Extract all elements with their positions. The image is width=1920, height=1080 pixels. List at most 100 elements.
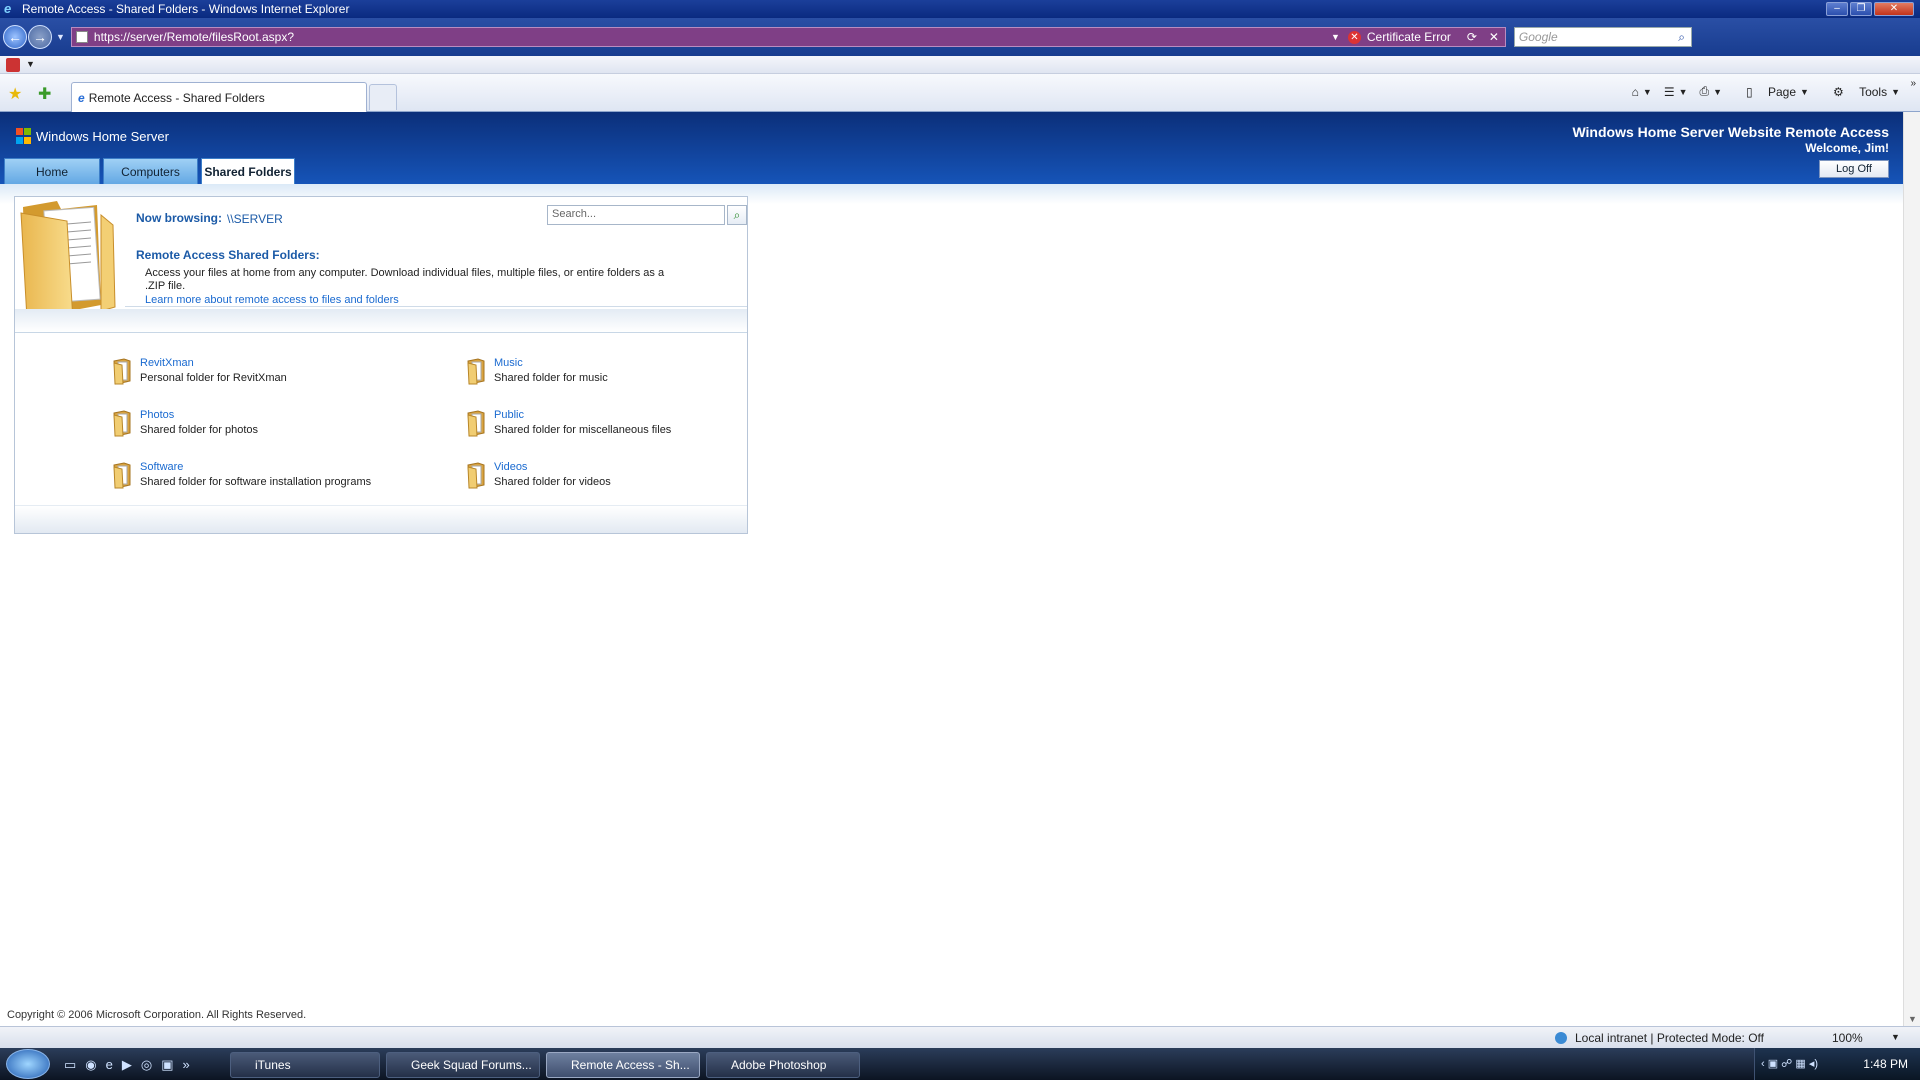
refresh-icon[interactable]: ⟳ bbox=[1461, 30, 1483, 44]
back-button[interactable]: ← bbox=[3, 25, 27, 49]
folder-icon bbox=[467, 410, 485, 437]
folder-description: Shared folder for software installation … bbox=[140, 476, 372, 488]
certificate-error-button[interactable]: ✕ Certificate Error bbox=[1347, 30, 1451, 44]
new-tab-button[interactable] bbox=[369, 84, 397, 110]
panel-footer-band bbox=[15, 505, 747, 533]
folder-name-link[interactable]: Software bbox=[140, 461, 183, 473]
command-bar: ⌂ ▼ ☰ ▼ ⎙ ▼ ▯ Page ▼ ⚙ Tools ▼ bbox=[1620, 84, 1900, 99]
minimize-button[interactable]: – bbox=[1826, 2, 1848, 16]
folder-description: Shared folder for miscellaneous files bbox=[494, 424, 672, 436]
address-dropdown-icon[interactable]: ▼ bbox=[1331, 32, 1340, 42]
tools-menu-button[interactable]: ⚙ Tools bbox=[1821, 85, 1887, 99]
nav-tab-home[interactable]: Home bbox=[4, 158, 100, 184]
folder-item[interactable]: Videos Shared folder for videos bbox=[466, 461, 796, 501]
task-button-itunes[interactable]: iTunes bbox=[230, 1052, 380, 1078]
vertical-scrollbar[interactable]: ▼ bbox=[1903, 112, 1920, 1026]
folder-item[interactable]: RevitXman Personal folder for RevitXman bbox=[112, 357, 442, 397]
task-button-geek-squad[interactable]: Geek Squad Forums... bbox=[386, 1052, 540, 1078]
toolbar-dropdown-icon[interactable]: ▼ bbox=[26, 59, 35, 69]
toolbar-overflow-icon[interactable]: » bbox=[1910, 78, 1916, 89]
folder-item[interactable]: Software Shared folder for software inst… bbox=[112, 461, 442, 501]
search-field[interactable]: Google ⌕ bbox=[1513, 27, 1692, 47]
maximize-button[interactable]: ❐ bbox=[1850, 2, 1872, 16]
quick-launch: ▭ ◉ e ▶ ◎ ▣ » bbox=[64, 1057, 199, 1073]
ie-page-icon: e bbox=[78, 90, 85, 105]
print-icon[interactable]: ⎙ bbox=[1700, 84, 1710, 99]
folder-name-link[interactable]: Music bbox=[494, 357, 523, 369]
large-folder-icon bbox=[20, 201, 116, 322]
intro-heading: Remote Access Shared Folders: bbox=[136, 248, 320, 262]
feeds-icon[interactable]: ☰ bbox=[1664, 85, 1675, 99]
site-logo-text: Windows Home Server bbox=[36, 128, 169, 144]
tools-dropdown-icon[interactable]: ▼ bbox=[1891, 87, 1900, 97]
site-header: Windows Home Server Windows Home Server … bbox=[0, 112, 1903, 186]
browser-tab-active[interactable]: e Remote Access - Shared Folders bbox=[71, 82, 367, 112]
clock[interactable]: 1:48 PM bbox=[1863, 1057, 1908, 1071]
media-player-icon[interactable]: ▶ bbox=[122, 1057, 132, 1073]
forward-button[interactable]: → bbox=[28, 25, 52, 49]
folder-icon bbox=[467, 462, 485, 489]
folder-icon bbox=[467, 358, 485, 385]
home-dropdown-icon[interactable]: ▼ bbox=[1643, 87, 1652, 97]
shared-folders-panel: Now browsing: \\SERVER Search... ⌕ Remot… bbox=[14, 196, 748, 534]
folder-name-link[interactable]: Videos bbox=[494, 461, 527, 473]
learn-more-link[interactable]: Learn more about remote access to files … bbox=[145, 294, 399, 306]
folder-name-link[interactable]: Photos bbox=[140, 409, 174, 421]
show-desktop-icon[interactable]: ▭ bbox=[64, 1057, 76, 1073]
toolbar-addon-icon[interactable] bbox=[6, 58, 20, 72]
folder-description: Personal folder for RevitXman bbox=[140, 372, 287, 384]
stop-icon[interactable]: ✕ bbox=[1483, 30, 1505, 44]
page-dropdown-icon[interactable]: ▼ bbox=[1800, 87, 1809, 97]
address-bar[interactable]: https://server/Remote/filesRoot.aspx? ▼ … bbox=[70, 27, 1506, 47]
scroll-down-icon[interactable]: ▼ bbox=[1908, 1014, 1917, 1024]
folder-item[interactable]: Photos Shared folder for photos bbox=[112, 409, 442, 449]
zoom-dropdown-icon[interactable]: ▼ bbox=[1891, 1032, 1900, 1042]
log-off-button[interactable]: Log Off bbox=[1819, 160, 1889, 178]
firefox-icon[interactable]: ◉ bbox=[85, 1057, 96, 1073]
folder-item[interactable]: Public Shared folder for miscellaneous f… bbox=[466, 409, 796, 449]
status-bar: Local intranet | Protected Mode: Off 100… bbox=[0, 1026, 1920, 1048]
system-tray: ‹ ▣ ☍ ▦ ◂) 1:48 PM bbox=[1754, 1048, 1920, 1080]
security-zone-label: Local intranet | Protected Mode: Off bbox=[1575, 1031, 1764, 1045]
folder-description: Shared folder for videos bbox=[494, 476, 611, 488]
now-browsing-label: Now browsing: bbox=[136, 211, 222, 225]
folder-name-link[interactable]: Public bbox=[494, 409, 524, 421]
site-logo: Windows Home Server bbox=[16, 128, 169, 144]
folder-description: Shared folder for photos bbox=[140, 424, 259, 436]
app-icon[interactable]: ◎ bbox=[141, 1057, 152, 1073]
certificate-error-icon: ✕ bbox=[1347, 30, 1361, 44]
zoom-level[interactable]: 100% bbox=[1832, 1031, 1863, 1045]
ie-logo-icon: e bbox=[4, 1, 12, 16]
add-favorites-icon[interactable]: ✚ bbox=[38, 84, 51, 104]
tray-icons[interactable]: ‹ ▣ ☍ ▦ ◂) bbox=[1761, 1057, 1818, 1070]
folder-search-input[interactable]: Search... bbox=[547, 205, 725, 225]
feeds-dropdown-icon[interactable]: ▼ bbox=[1679, 87, 1688, 97]
gear-icon: ⚙ bbox=[1832, 84, 1844, 99]
now-browsing-path[interactable]: \\SERVER bbox=[227, 212, 283, 226]
security-zone[interactable]: Local intranet | Protected Mode: Off bbox=[1555, 1031, 1764, 1045]
recent-pages-dropdown-icon[interactable]: ▼ bbox=[56, 32, 65, 42]
page-menu-button[interactable]: ▯ Page bbox=[1734, 85, 1796, 99]
folder-icon bbox=[113, 358, 131, 385]
switch-windows-icon[interactable]: ▣ bbox=[161, 1057, 173, 1073]
print-dropdown-icon[interactable]: ▼ bbox=[1713, 87, 1722, 97]
ie-icon[interactable]: e bbox=[106, 1057, 113, 1073]
quick-launch-overflow-icon[interactable]: » bbox=[183, 1057, 190, 1073]
page-icon bbox=[75, 31, 88, 43]
folder-search-button[interactable]: ⌕ bbox=[727, 205, 747, 225]
task-button-remote-access[interactable]: Remote Access - Sh... bbox=[546, 1052, 700, 1078]
favorites-star-icon[interactable]: ★ bbox=[8, 84, 22, 104]
page-icon-cmd: ▯ bbox=[1746, 84, 1753, 99]
nav-tab-shared-folders[interactable]: Shared Folders bbox=[201, 158, 295, 186]
url-text[interactable]: https://server/Remote/filesRoot.aspx? bbox=[94, 30, 1331, 44]
nav-tab-computers[interactable]: Computers bbox=[103, 158, 198, 184]
close-button[interactable]: ✕ bbox=[1874, 2, 1914, 16]
search-icon[interactable]: ⌕ bbox=[1678, 30, 1685, 45]
home-icon[interactable]: ⌂ bbox=[1632, 85, 1639, 99]
copyright-text: Copyright © 2006 Microsoft Corporation. … bbox=[7, 1009, 307, 1021]
start-button[interactable] bbox=[6, 1049, 50, 1079]
folder-name-link[interactable]: RevitXman bbox=[140, 357, 194, 369]
task-button-photoshop[interactable]: Adobe Photoshop bbox=[706, 1052, 860, 1078]
folder-item[interactable]: Music Shared folder for music bbox=[466, 357, 796, 397]
welcome-message: Welcome, Jim! bbox=[1805, 141, 1889, 155]
